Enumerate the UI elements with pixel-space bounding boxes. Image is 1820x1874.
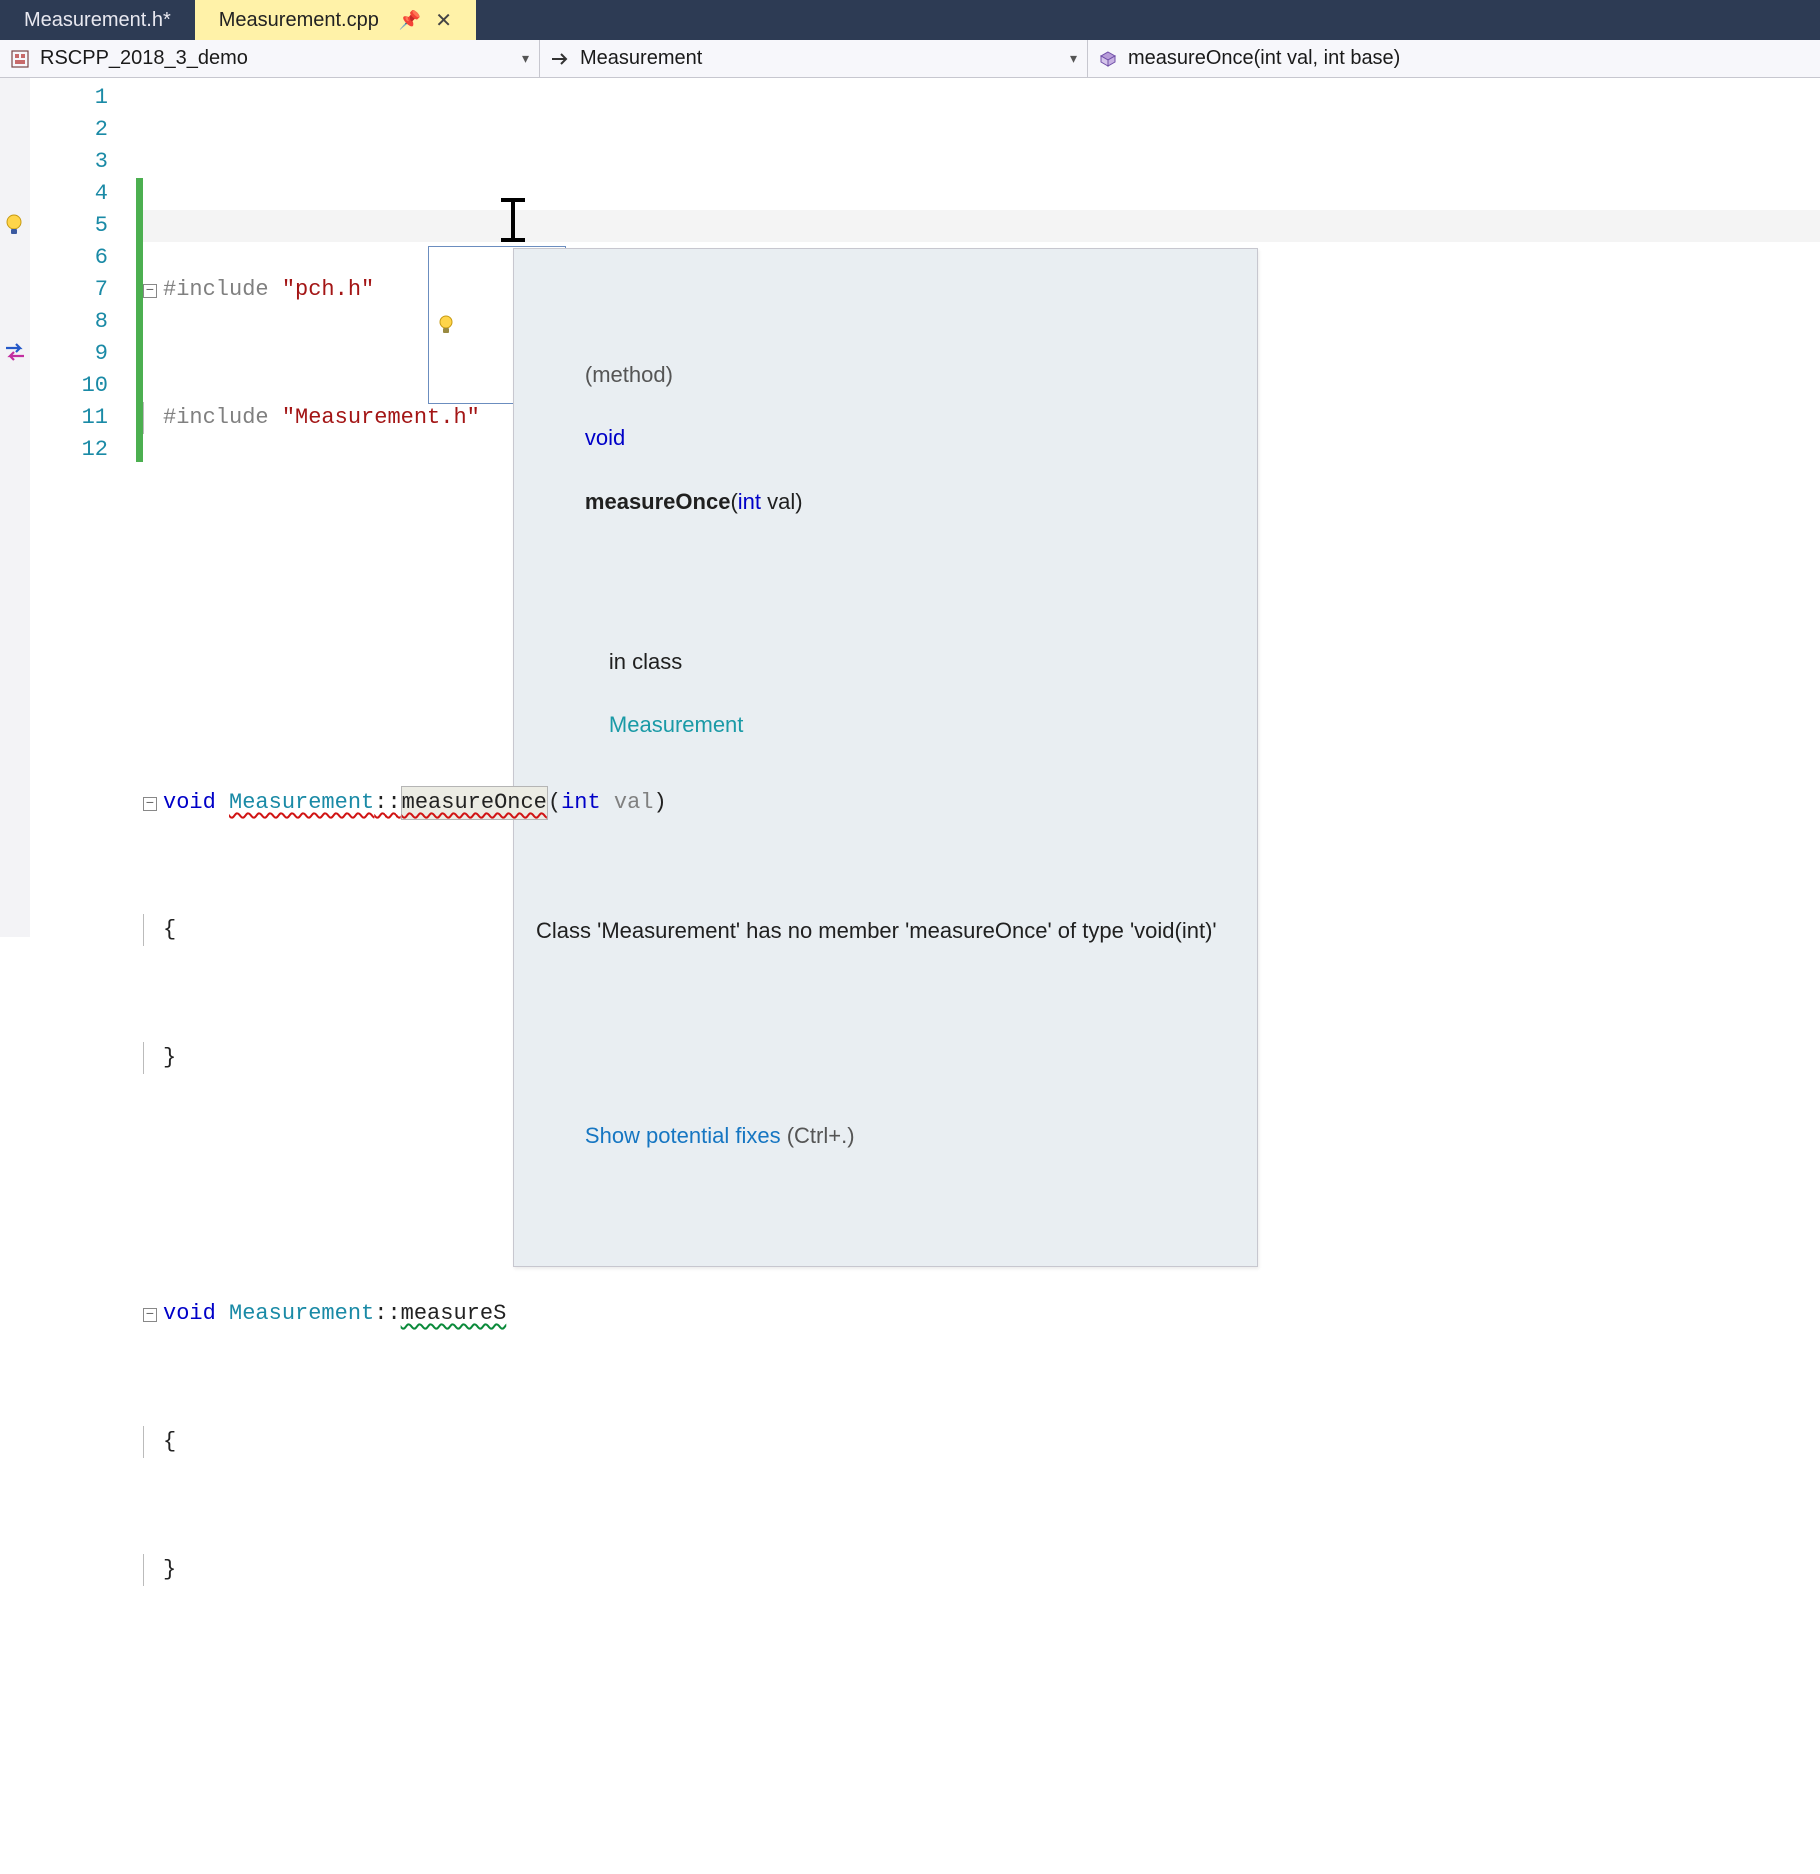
line-number: 10 <box>30 370 108 402</box>
nav-member-label: measureOnce(int val, int base) <box>1128 47 1400 70</box>
code-token: int <box>561 790 601 815</box>
code-token: Measurement <box>229 790 374 815</box>
fold-toggle[interactable]: − <box>143 797 157 811</box>
line-number: 8 <box>30 306 108 338</box>
current-line-highlight <box>143 210 1820 242</box>
tab-bar: Measurement.h* Measurement.cpp 📌 ✕ <box>0 0 1820 40</box>
gutter-margin <box>0 78 30 937</box>
code-token: } <box>163 1557 176 1582</box>
code-token: Measurement <box>229 1301 374 1326</box>
quick-info-tooltip: (method) void measureOnce(int val) in cl… <box>513 248 1258 1267</box>
line-number: 4 <box>30 178 108 210</box>
code-token: :: <box>374 790 400 815</box>
nav-class-label: Measurement <box>580 47 702 70</box>
code-token: void <box>163 1301 216 1326</box>
code-token: #include <box>163 277 269 302</box>
change-indicator-bar <box>136 78 143 937</box>
close-icon[interactable]: ✕ <box>435 8 452 33</box>
tooltip-sig-open: ( <box>730 489 737 514</box>
tab-measurement-cpp[interactable]: Measurement.cpp 📌 ✕ <box>195 0 476 40</box>
code-token: ( <box>548 790 561 815</box>
tooltip-class-name: Measurement <box>609 712 744 737</box>
tooltip-shortcut-hint: (Ctrl+.) <box>781 1123 855 1148</box>
line-number: 2 <box>30 114 108 146</box>
code-token: { <box>163 1429 176 1454</box>
line-number: 11 <box>30 402 108 434</box>
code-token: } <box>163 1045 176 1070</box>
line-number-gutter: 1 2 3 4 5 6 7 8 9 10 11 12 <box>30 78 136 937</box>
code-token: measureS <box>401 1301 507 1326</box>
chevron-down-icon: ▾ <box>522 50 529 67</box>
nav-member-dropdown[interactable]: measureOnce(int val, int base) <box>1088 40 1820 77</box>
code-token: val <box>614 790 654 815</box>
method-cube-icon <box>1098 49 1118 69</box>
code-token: #include <box>163 405 269 430</box>
lightbulb-hint-icon[interactable] <box>4 214 26 236</box>
fold-toggle[interactable]: − <box>143 284 157 298</box>
code-token: void <box>163 790 216 815</box>
code-token: measureOnce <box>402 790 547 815</box>
tab-label: Measurement.cpp <box>219 9 379 32</box>
tooltip-method-name: measureOnce <box>585 489 731 514</box>
transfer-arrows-icon[interactable] <box>4 342 26 364</box>
tab-label: Measurement.h* <box>24 9 171 32</box>
tooltip-param: val) <box>761 489 803 514</box>
tooltip-return-type: void <box>585 425 625 450</box>
line-number: 6 <box>30 242 108 274</box>
line-number: 9 <box>30 338 108 370</box>
code-token: "Measurement.h" <box>282 405 480 430</box>
project-icon <box>10 49 30 69</box>
tooltip-error-message: Class 'Measurement' has no member 'measu… <box>536 915 1235 947</box>
code-token: { <box>163 917 176 942</box>
line-number: 3 <box>30 146 108 178</box>
line-number: 7 <box>30 274 108 306</box>
code-token: ) <box>654 790 667 815</box>
arrow-right-icon <box>550 49 570 69</box>
fold-toggle[interactable]: − <box>143 1308 157 1322</box>
navigation-bar: RSCPP_2018_3_demo ▾ Measurement ▾ measur… <box>0 40 1820 78</box>
tab-measurement-h[interactable]: Measurement.h* <box>0 0 195 40</box>
nav-class-dropdown[interactable]: Measurement ▾ <box>540 40 1088 77</box>
line-number: 5 <box>30 210 108 242</box>
line-number: 12 <box>30 434 108 466</box>
tooltip-tag: (method) <box>585 362 673 387</box>
change-added-marker <box>136 178 143 462</box>
nav-project-label: RSCPP_2018_3_demo <box>40 47 248 70</box>
tooltip-in-class: in class <box>609 649 682 674</box>
code-editor[interactable]: 1 2 3 4 5 6 7 8 9 10 11 12 −#include "pc… <box>0 78 1820 937</box>
show-fixes-link[interactable]: Show potential fixes <box>585 1123 781 1148</box>
pin-icon[interactable]: 📌 <box>399 10 421 31</box>
line-number: 1 <box>30 82 108 114</box>
code-area[interactable]: −#include "pch.h" #include "Measurement.… <box>143 78 1820 937</box>
code-token: "pch.h" <box>282 277 374 302</box>
nav-project-dropdown[interactable]: RSCPP_2018_3_demo ▾ <box>0 40 540 77</box>
chevron-down-icon: ▾ <box>1070 50 1077 67</box>
tooltip-param-type: int <box>738 489 761 514</box>
code-token: :: <box>374 1301 400 1326</box>
